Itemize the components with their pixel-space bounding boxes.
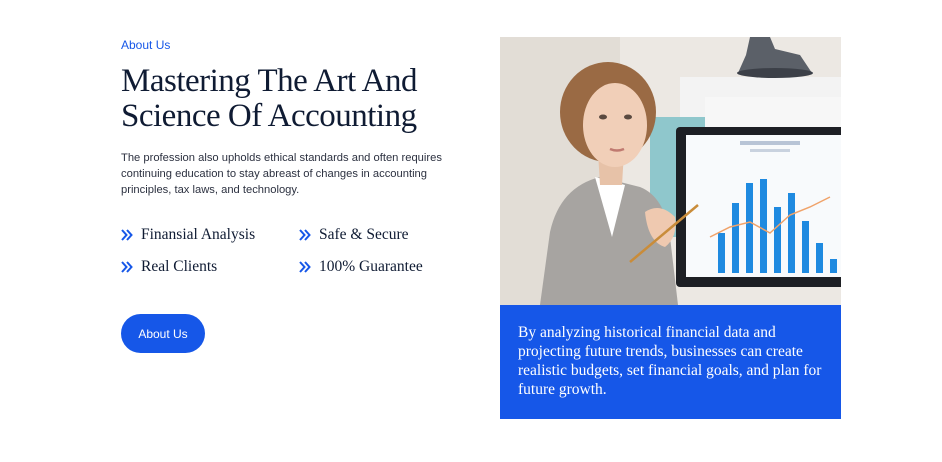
- caption-panel: By analyzing historical financial data a…: [500, 305, 841, 419]
- feature-label: Real Clients: [141, 258, 218, 275]
- double-chevron-right-icon: [121, 261, 133, 273]
- caption-text: By analyzing historical financial data a…: [518, 324, 822, 398]
- eyebrow-label: About Us: [121, 38, 171, 52]
- double-chevron-right-icon: [299, 261, 311, 273]
- feature-label: Finansial Analysis: [141, 226, 256, 243]
- double-chevron-right-icon: [121, 229, 133, 241]
- feature-label: 100% Guarantee: [319, 258, 423, 275]
- feature-item: 100% Guarantee: [299, 258, 461, 276]
- accountant-photo: [500, 37, 841, 305]
- photo-illustration: [500, 37, 841, 305]
- feature-label: Safe & Secure: [319, 226, 409, 243]
- feature-item: Safe & Secure: [299, 226, 461, 244]
- double-chevron-right-icon: [299, 229, 311, 241]
- section-title: Mastering The Art And Science Of Account…: [121, 63, 417, 134]
- about-us-button[interactable]: About Us: [121, 314, 205, 353]
- feature-list: Finansial Analysis Safe & Secure Real Cl…: [121, 226, 461, 276]
- feature-item: Real Clients: [121, 258, 299, 276]
- feature-item: Finansial Analysis: [121, 226, 299, 244]
- section-description: The profession also upholds ethical stan…: [121, 152, 442, 196]
